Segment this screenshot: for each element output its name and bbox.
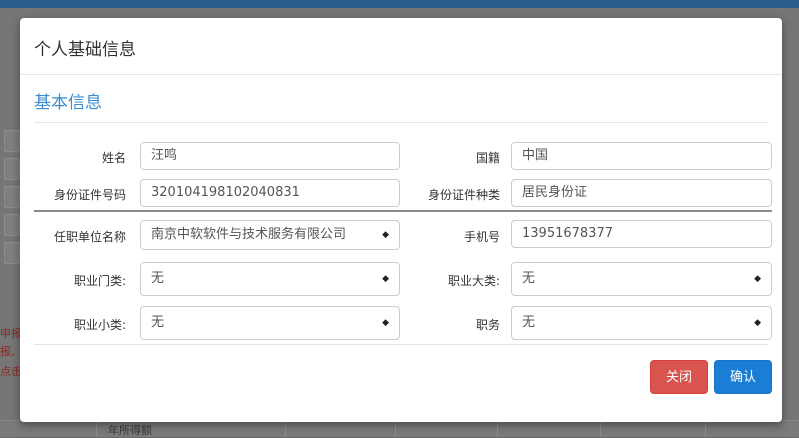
occupation-major-label: 职业大类:: [447, 274, 500, 288]
modal-title: 个人基础信息: [34, 40, 136, 60]
select-arrow-icon: ◆: [382, 274, 389, 284]
employer-select[interactable]: 南京中软软件与技术服务有限公司 ◆: [140, 220, 400, 250]
background-red-text: 申报: [0, 327, 22, 340]
employer-label: 任职单位名称: [53, 230, 126, 244]
select-arrow-icon: ◆: [754, 274, 761, 284]
confirm-button[interactable]: 确认: [714, 360, 772, 394]
position-value: 无: [522, 315, 536, 330]
background-cell: [4, 242, 20, 264]
close-button[interactable]: 关闭: [650, 360, 708, 394]
background-cell: [4, 158, 20, 180]
background-cell: [4, 214, 20, 236]
phone-field[interactable]: 13951678377: [511, 220, 772, 248]
footer-divider: [34, 344, 768, 345]
name-label: 姓名: [101, 151, 126, 165]
nationality-value: 中国: [522, 148, 549, 163]
nationality-field[interactable]: 中国: [511, 142, 772, 170]
background-cell: [4, 186, 20, 208]
nationality-label: 国籍: [475, 151, 500, 165]
section-title: 基本信息: [34, 93, 102, 113]
background-red-text: 报,: [0, 345, 15, 358]
select-arrow-icon: ◆: [382, 318, 389, 328]
background-left-controls: [0, 130, 20, 280]
select-arrow-icon: ◆: [382, 230, 389, 240]
app-top-bar: [0, 0, 799, 8]
occupation-minor-select[interactable]: 无 ◆: [140, 306, 400, 340]
employer-value: 南京中软软件与技术服务有限公司: [151, 227, 347, 242]
id-number-field[interactable]: 320104198102040831: [140, 179, 400, 207]
background-red-text: 点击: [0, 365, 22, 378]
select-arrow-icon: ◆: [754, 318, 761, 328]
id-type-label: 身份证件种类: [427, 188, 500, 202]
occupation-category-select[interactable]: 无 ◆: [140, 262, 400, 296]
position-select[interactable]: 无 ◆: [511, 306, 772, 340]
name-field[interactable]: 汪鸣: [140, 142, 400, 170]
occupation-major-value: 无: [522, 271, 536, 286]
section-divider: [34, 122, 768, 123]
modal-header: 个人基础信息: [20, 18, 782, 75]
id-number-value: 320104198102040831: [151, 185, 300, 200]
personal-info-modal: 个人基础信息 基本信息 姓名 汪鸣 国籍 中国 身份证件号码 320104198…: [20, 18, 782, 422]
occupation-category-label: 职业门类:: [73, 274, 126, 288]
name-value: 汪鸣: [151, 148, 178, 163]
id-number-label: 身份证件号码: [53, 188, 126, 202]
occupation-minor-value: 无: [151, 315, 165, 330]
phone-label: 手机号: [463, 230, 500, 244]
position-label: 职务: [475, 318, 500, 332]
id-type-value: 居民身份证: [522, 185, 588, 200]
id-type-field[interactable]: 居民身份证: [511, 179, 772, 207]
form-divider: [34, 210, 772, 212]
background-cell: [4, 130, 20, 152]
phone-value: 13951678377: [522, 226, 613, 241]
occupation-category-value: 无: [151, 271, 165, 286]
occupation-minor-label: 职业小类:: [73, 318, 126, 332]
background-table-row: 年所得额: [0, 420, 799, 437]
occupation-major-select[interactable]: 无 ◆: [511, 262, 772, 296]
